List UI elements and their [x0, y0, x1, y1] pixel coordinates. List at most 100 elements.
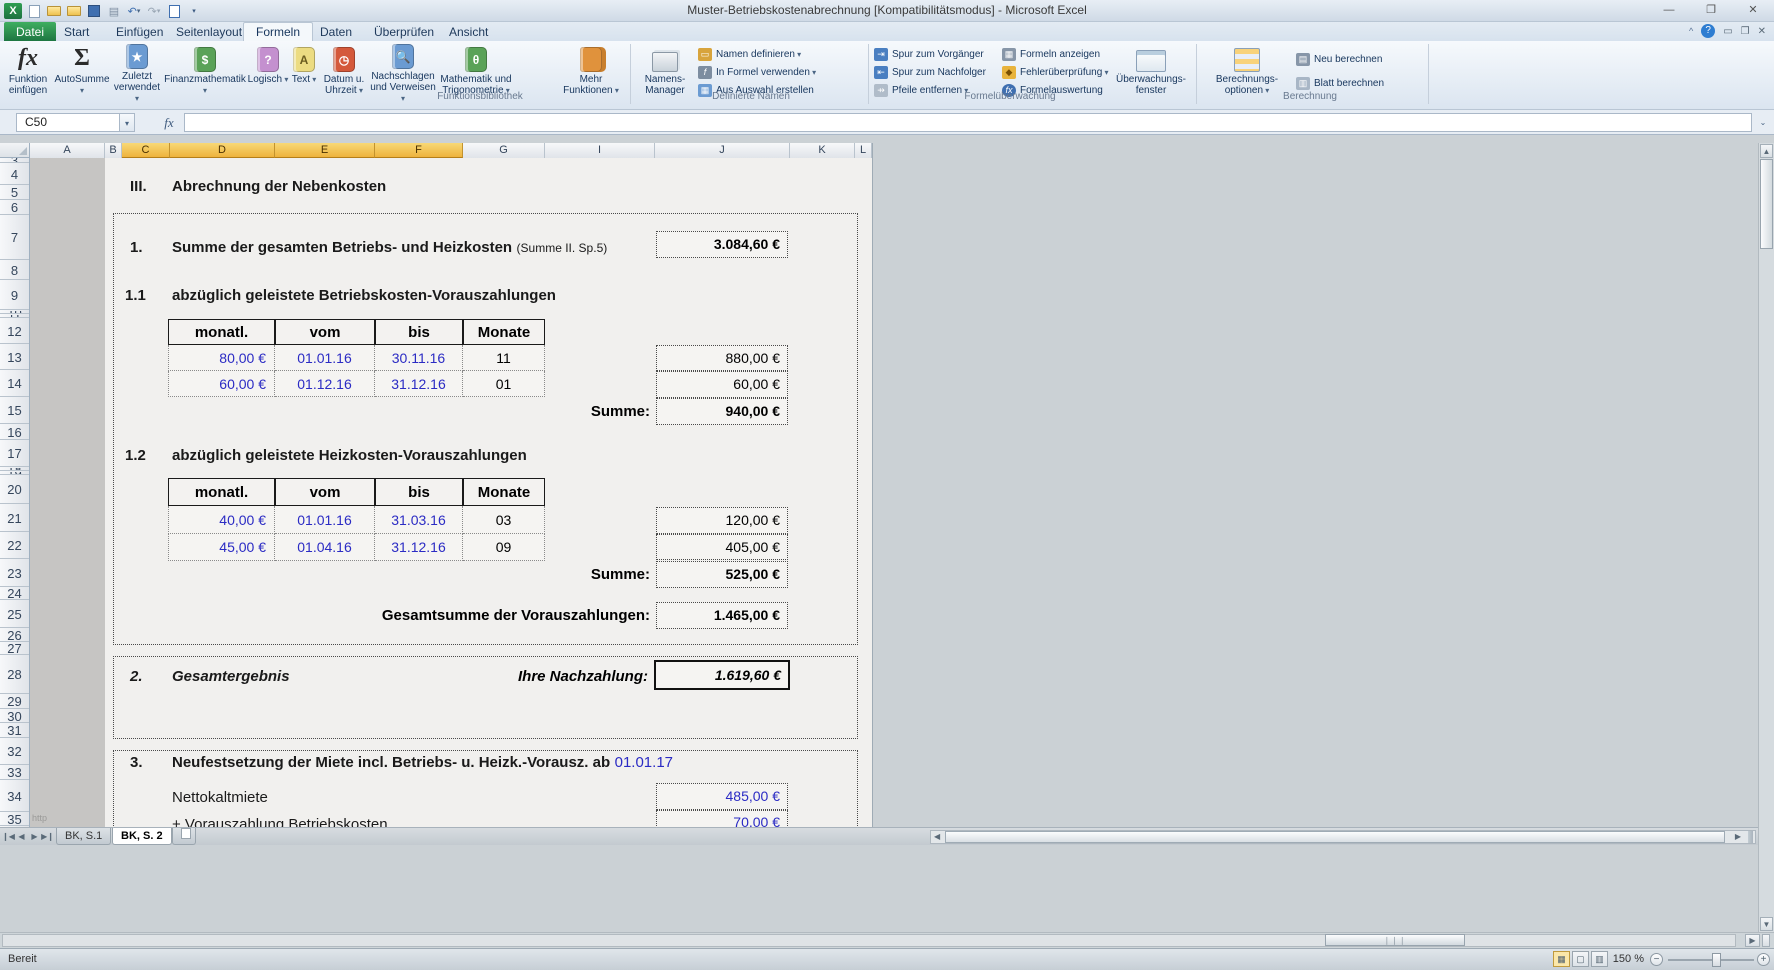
- text-functions-button[interactable]: A Text: [289, 44, 319, 102]
- row-header-15[interactable]: 15: [0, 398, 29, 424]
- tab-formeln[interactable]: Formeln: [243, 22, 314, 41]
- column-header-F[interactable]: F: [375, 143, 463, 158]
- column-header-E[interactable]: E: [275, 143, 375, 158]
- workbook-restore-icon[interactable]: ❐: [1741, 26, 1750, 37]
- tab-start[interactable]: Start: [52, 22, 101, 41]
- tab-split-handle[interactable]: [1748, 831, 1753, 843]
- cell-monatl[interactable]: 80,00 €: [168, 345, 275, 371]
- tab-area-hscrollbar[interactable]: ◀ ▶: [930, 830, 1756, 844]
- cell-monatl[interactable]: 60,00 €: [168, 371, 275, 397]
- row-header-29[interactable]: 29: [0, 695, 29, 709]
- restore-button[interactable]: ❐: [1698, 2, 1724, 17]
- row-header-24[interactable]: 24: [0, 588, 29, 600]
- hscrollbar-thumb[interactable]: ❘❘❘: [1325, 934, 1465, 946]
- collapse-ribbon-icon[interactable]: ^: [1689, 26, 1693, 36]
- cell-vom[interactable]: 01.04.16: [275, 534, 375, 561]
- row-header-13[interactable]: 13: [0, 345, 29, 370]
- row-header-20[interactable]: 20: [0, 476, 29, 504]
- hscroll-left-icon[interactable]: ◀: [934, 831, 940, 843]
- zoom-level[interactable]: 150 %: [1604, 953, 1644, 965]
- row-header-18[interactable]: 18: [0, 468, 29, 471]
- row-header-26[interactable]: 26: [0, 629, 29, 642]
- next-sheet-icon[interactable]: ▶: [28, 830, 41, 844]
- row-header-12[interactable]: 12: [0, 319, 29, 344]
- row-header-27[interactable]: 27: [0, 643, 29, 655]
- cell-monate[interactable]: 03: [463, 506, 545, 534]
- zoom-slider[interactable]: [1668, 953, 1754, 967]
- cell-monatl[interactable]: 45,00 €: [168, 534, 275, 561]
- more-functions-button[interactable]: Mehr Funktionen: [556, 44, 626, 102]
- column-header-K[interactable]: K: [790, 143, 855, 158]
- column-header-C[interactable]: C: [122, 143, 170, 158]
- row-header-8[interactable]: 8: [0, 261, 29, 280]
- hscrollbar-track[interactable]: [2, 934, 1736, 947]
- cell-summe[interactable]: 940,00 €: [656, 398, 788, 425]
- cell-total-costs[interactable]: 3.084,60 €: [656, 231, 788, 258]
- tab-daten[interactable]: Daten: [308, 22, 364, 41]
- cell-bis[interactable]: 31.12.16: [375, 534, 463, 561]
- cell-bis[interactable]: 31.12.16: [375, 371, 463, 397]
- cell-gesamtsumme[interactable]: 1.465,00 €: [656, 602, 788, 629]
- page-layout-view-button[interactable]: ▢: [1572, 951, 1589, 967]
- trace-dependents-button[interactable]: ⇤ Spur zum Nachfolger: [874, 64, 986, 80]
- row-header-19[interactable]: 19: [0, 472, 29, 475]
- worksheet[interactable]: III. Abrechnung der Nebenkosten 1. Summe…: [30, 158, 872, 827]
- first-sheet-icon[interactable]: ❙◀: [2, 830, 15, 844]
- autosum-button[interactable]: Σ AutoSumme: [54, 44, 109, 102]
- tab-ueberpruefen[interactable]: Überprüfen: [362, 22, 446, 41]
- hscrollbar-split-handle[interactable]: [1762, 934, 1770, 947]
- column-header-J[interactable]: J: [655, 143, 790, 158]
- sheet-tab-bk-s1[interactable]: BK, S.1: [56, 828, 112, 845]
- column-header-L[interactable]: L: [855, 143, 872, 158]
- cell-vom[interactable]: 01.01.16: [275, 506, 375, 534]
- hscrollbar-right-icon[interactable]: ▶: [1745, 934, 1760, 947]
- row-header-10[interactable]: 10: [0, 311, 29, 314]
- formula-input[interactable]: [184, 113, 1752, 132]
- name-box-dropdown-icon[interactable]: ▾: [120, 113, 135, 132]
- row-header-11[interactable]: 11: [0, 315, 29, 318]
- cell-vorauszahlung[interactable]: 70,00 €: [656, 810, 788, 827]
- row-header-28[interactable]: 28: [0, 656, 29, 694]
- recently-used-button[interactable]: ★ Zuletzt verwendet: [111, 44, 163, 102]
- watch-window-button[interactable]: Überwachungs- fenster: [1112, 44, 1190, 102]
- cell-amount[interactable]: 405,00 €: [656, 534, 788, 560]
- insert-worksheet-tab[interactable]: [172, 828, 196, 845]
- row-header-6[interactable]: 6: [0, 201, 29, 215]
- cell-bis[interactable]: 30.11.16: [375, 345, 463, 371]
- use-in-formula-button[interactable]: f In Formel verwenden: [698, 64, 816, 80]
- minimize-button[interactable]: —: [1656, 2, 1682, 17]
- error-checking-button[interactable]: ◆ Fehlerüberprüfung: [1002, 64, 1109, 80]
- define-name-button[interactable]: ▭ Namen definieren: [698, 46, 801, 62]
- row-header-32[interactable]: 32: [0, 739, 29, 765]
- cell-bis[interactable]: 31.03.16: [375, 506, 463, 534]
- zoom-in-button[interactable]: +: [1757, 953, 1770, 966]
- tab-ansicht[interactable]: Ansicht: [437, 22, 500, 41]
- vscroll-thumb[interactable]: [1760, 159, 1773, 249]
- hscroll-thumb[interactable]: [945, 831, 1725, 843]
- row-header-17[interactable]: 17: [0, 441, 29, 467]
- tab-seitenlayout[interactable]: Seitenlayout: [164, 22, 254, 41]
- select-all-corner[interactable]: [0, 143, 30, 158]
- vscroll-up-icon[interactable]: ▲: [1760, 144, 1773, 158]
- last-sheet-icon[interactable]: ▶❙: [41, 830, 54, 844]
- cell-amount[interactable]: 120,00 €: [656, 507, 788, 534]
- column-header-G[interactable]: G: [463, 143, 545, 158]
- insert-function-fx-icon[interactable]: fx: [158, 113, 180, 132]
- cell-summe[interactable]: 525,00 €: [656, 561, 788, 588]
- financial-functions-button[interactable]: $ Finanzmathematik: [163, 44, 247, 102]
- vscroll-down-icon[interactable]: ▼: [1760, 917, 1773, 931]
- row-header-16[interactable]: 16: [0, 425, 29, 440]
- row-header-34[interactable]: 34: [0, 781, 29, 812]
- cell-nachzahlung[interactable]: 1.619,60 €: [654, 660, 790, 690]
- calculate-now-button[interactable]: ▤ Neu berechnen: [1296, 51, 1382, 67]
- row-header-14[interactable]: 14: [0, 371, 29, 397]
- row-header-9[interactable]: 9: [0, 281, 29, 310]
- row-header-3[interactable]: 3: [0, 158, 29, 163]
- calculate-sheet-button[interactable]: ▥ Blatt berechnen: [1296, 75, 1384, 91]
- zoom-out-button[interactable]: −: [1650, 953, 1663, 966]
- cell-amount[interactable]: 880,00 €: [656, 345, 788, 371]
- cell-monate[interactable]: 11: [463, 345, 545, 371]
- row-header-33[interactable]: 33: [0, 766, 29, 780]
- hscroll-right-icon[interactable]: ▶: [1735, 831, 1741, 843]
- cell-amount[interactable]: 60,00 €: [656, 371, 788, 398]
